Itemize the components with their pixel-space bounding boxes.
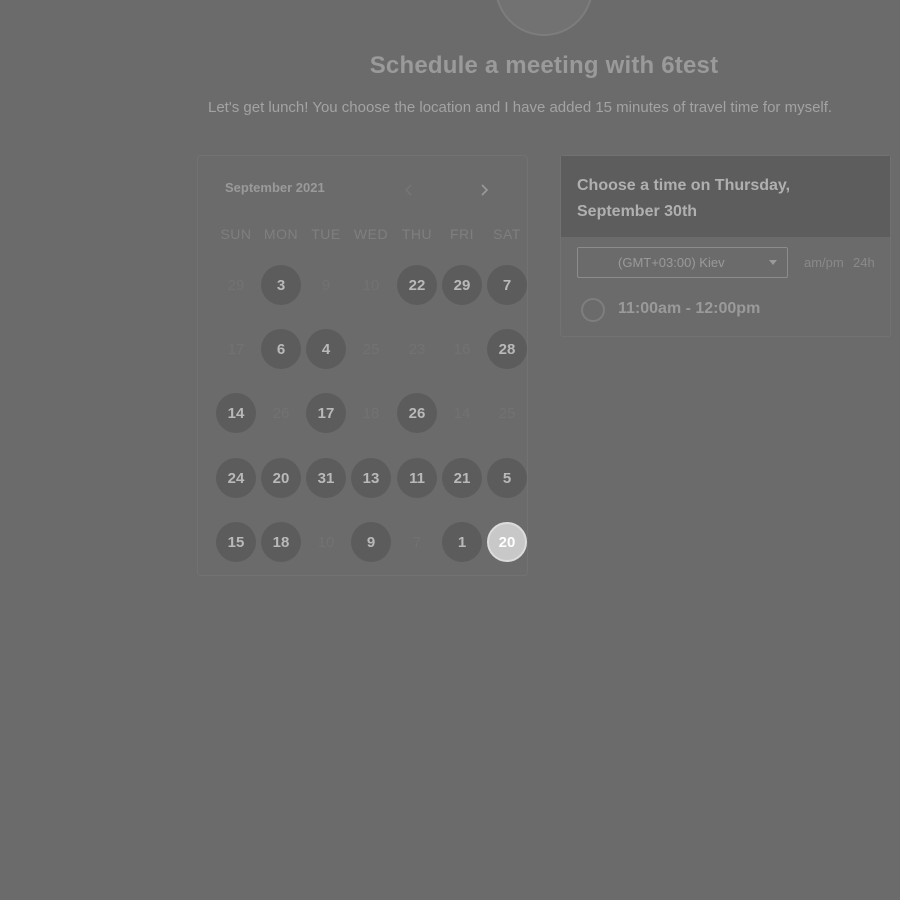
ampm-format-toggle[interactable]: am/pm (804, 255, 844, 270)
chevron-left-icon (404, 184, 412, 196)
calendar-day-unavailable: 16 (453, 340, 471, 358)
calendar-day-available[interactable]: 17 (306, 393, 346, 433)
page-title: Schedule a meeting with 6test (369, 52, 719, 79)
calendar-day-unavailable: 10 (317, 533, 335, 551)
calendar-day-available[interactable]: 13 (351, 458, 391, 498)
calendar-day-available[interactable]: 14 (216, 393, 256, 433)
calendar-day-available[interactable]: 21 (442, 458, 482, 498)
weekday-label: THU (401, 226, 433, 242)
calendar-day-unavailable: 23 (408, 340, 426, 358)
calendar-day-available[interactable]: 9 (351, 522, 391, 562)
calendar-day-unavailable: 17 (227, 340, 245, 358)
calendar-day-available[interactable]: 29 (442, 265, 482, 305)
calendar-day-available[interactable]: 18 (261, 522, 301, 562)
previous-month-button[interactable] (401, 182, 417, 198)
calendar-day-unavailable: 25 (498, 404, 516, 422)
calendar-day-available[interactable]: 28 (487, 329, 527, 369)
calendar-day-unavailable: 7 (412, 533, 422, 551)
timezone-select[interactable]: (GMT+03:00) Kiev (577, 247, 788, 278)
calendar-day-unavailable: 25 (362, 340, 380, 358)
chevron-right-icon (481, 184, 489, 196)
calendar-day-unavailable: 18 (362, 404, 380, 422)
selected-date-heading: Choose a time on Thursday, September 30t… (577, 177, 791, 220)
24h-format-toggle[interactable]: 24h (853, 255, 875, 270)
calendar-day-available[interactable]: 31 (306, 458, 346, 498)
calendar-day-available[interactable]: 5 (487, 458, 527, 498)
weekday-label: MON (263, 226, 299, 242)
calendar: September 2021 SUN MON TUE WED THU FRI SAT 29 3 9… (197, 155, 528, 576)
calendar-day-selected[interactable]: 20 (487, 522, 527, 562)
time-selection-panel: Choose a time on Thursday, September 30t… (560, 155, 891, 337)
calendar-day-available[interactable]: 1 (442, 522, 482, 562)
calendar-day-unavailable: 29 (227, 276, 245, 294)
weekday-label: SAT (493, 226, 521, 242)
time-slot-label: 11:00am - 12:00pm (618, 300, 761, 317)
calendar-day-available[interactable]: 6 (261, 329, 301, 369)
avatar (495, 0, 593, 36)
weekday-label: TUE (311, 226, 341, 242)
calendar-day-unavailable: 26 (272, 404, 290, 422)
weekday-label: FRI (449, 226, 475, 242)
calendar-day-available[interactable]: 11 (397, 458, 437, 498)
calendar-day-available[interactable]: 20 (261, 458, 301, 498)
calendar-day-unavailable: 9 (321, 276, 331, 294)
calendar-day-available[interactable]: 7 (487, 265, 527, 305)
timezone-value: (GMT+03:00) Kiev (618, 255, 725, 270)
time-slot-radio[interactable] (581, 298, 605, 322)
page-description: Let's get lunch! You choose the location… (208, 99, 833, 116)
scheduler-page: Schedule a meeting with 6test Let's get … (0, 0, 900, 900)
next-month-button[interactable] (476, 182, 492, 198)
time-slot-option[interactable]: 11:00am - 12:00pm (581, 298, 871, 322)
calendar-day-available[interactable]: 24 (216, 458, 256, 498)
calendar-month-label: September 2021 (225, 180, 325, 195)
time-panel-header: Choose a time on Thursday, September 30t… (561, 156, 890, 237)
calendar-day-available[interactable]: 3 (261, 265, 301, 305)
weekday-label: WED (353, 226, 389, 242)
calendar-day-available[interactable]: 26 (397, 393, 437, 433)
weekday-label: SUN (220, 226, 252, 242)
calendar-day-available[interactable]: 22 (397, 265, 437, 305)
calendar-day-unavailable: 10 (362, 276, 380, 294)
calendar-day-available[interactable]: 4 (306, 329, 346, 369)
calendar-day-available[interactable]: 15 (216, 522, 256, 562)
caret-down-icon (769, 260, 777, 265)
calendar-day-unavailable: 14 (453, 404, 471, 422)
